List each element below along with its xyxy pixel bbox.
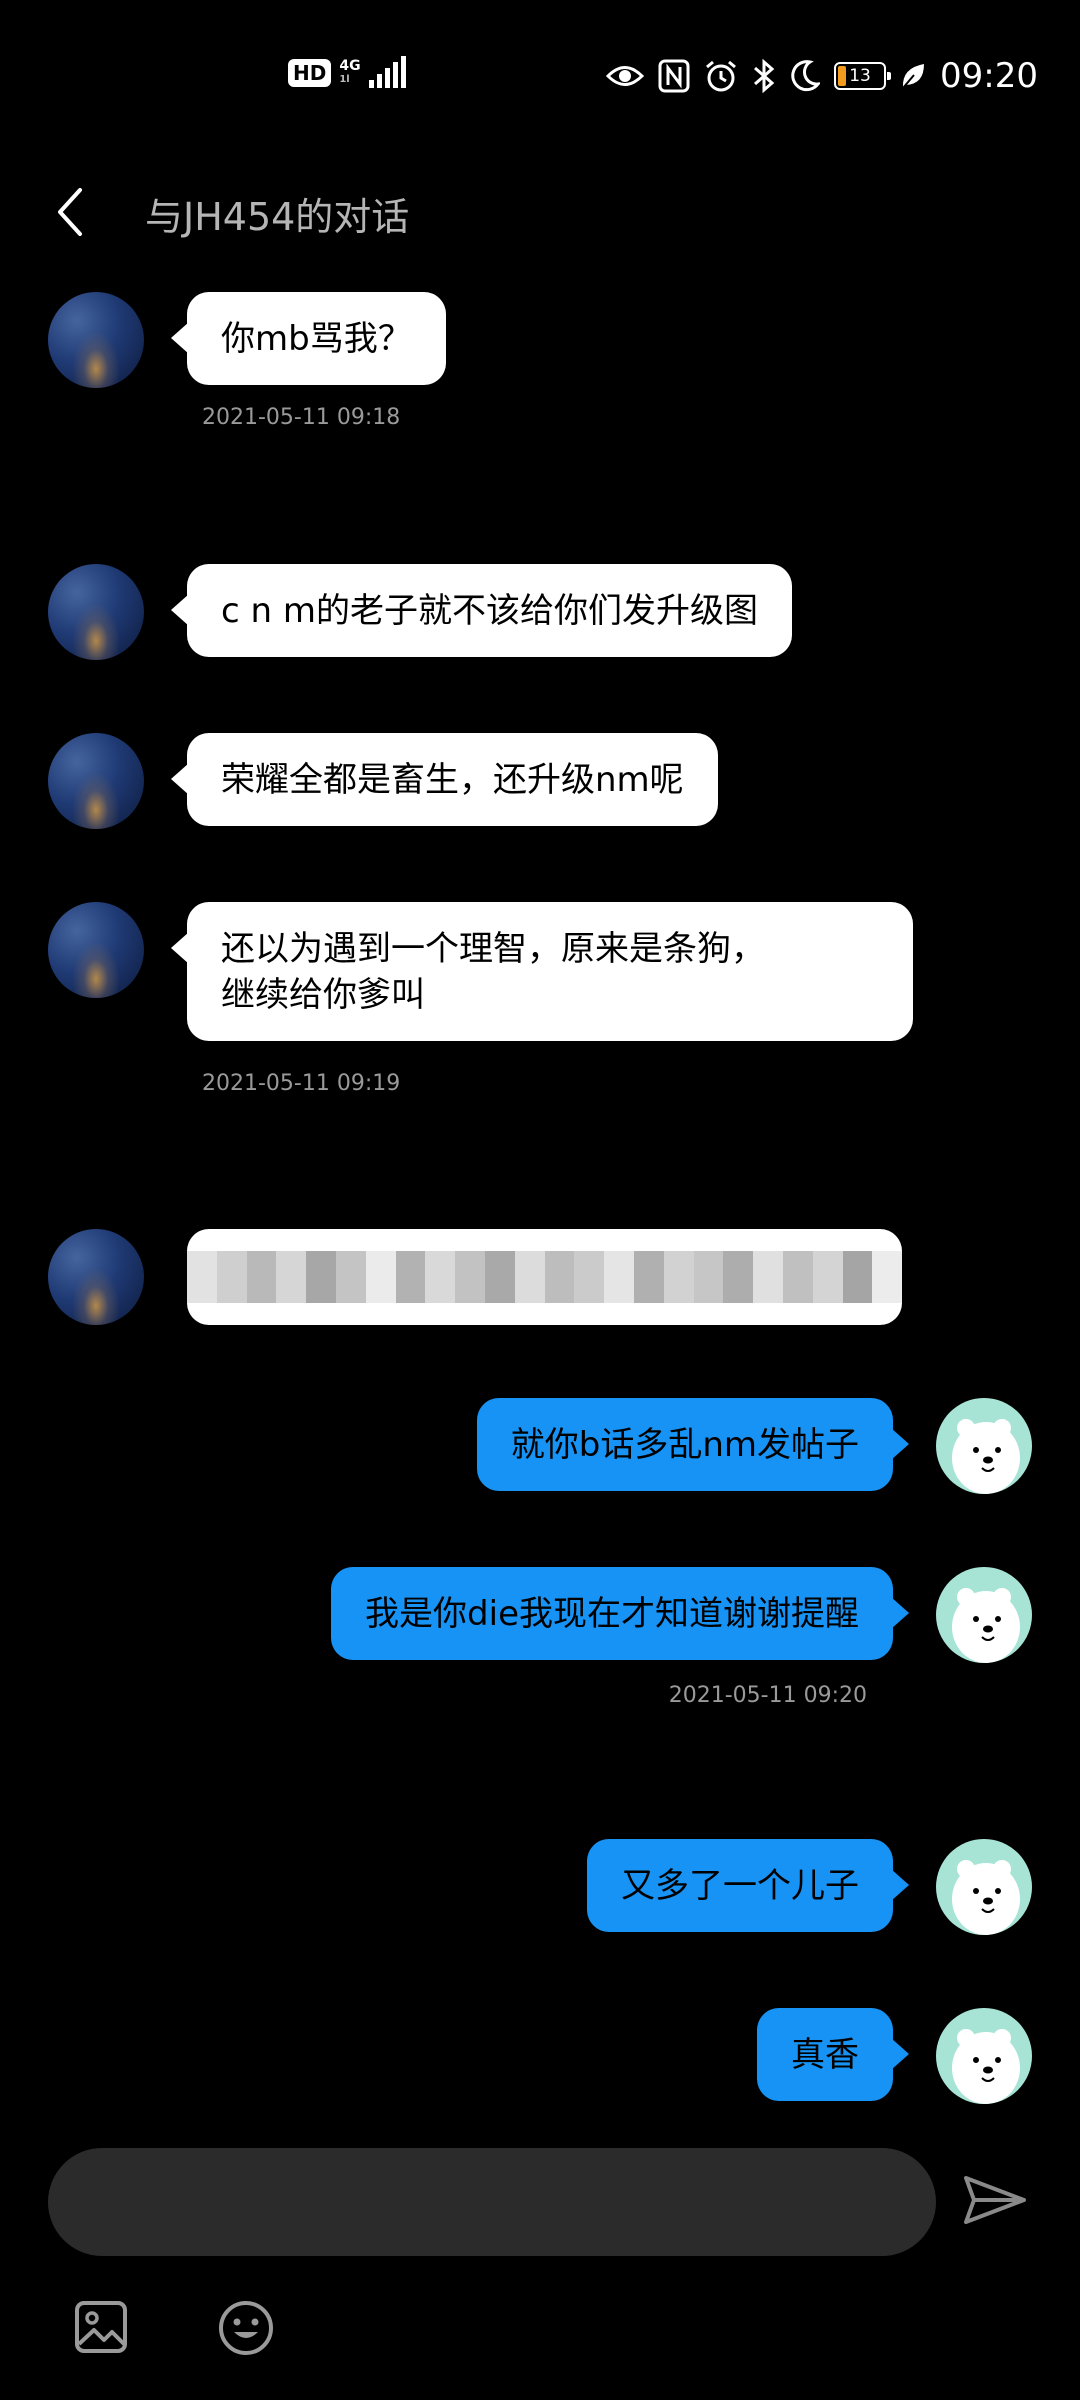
- bear-avatar-icon: [952, 2029, 1020, 2104]
- message-bubble[interactable]: 又多了一个儿子: [587, 1839, 909, 1932]
- eye-icon: [606, 63, 645, 89]
- network-label: 4G: [339, 58, 361, 74]
- message-bubble[interactable]: c n m的老子就不该给你们发升级图: [171, 564, 792, 657]
- leaf-icon: [900, 62, 926, 90]
- user-avatar[interactable]: [936, 2008, 1032, 2104]
- message-bubble[interactable]: 我是你die我现在才知道谢谢提醒: [331, 1567, 909, 1660]
- status-bar: HD 4G 1l 13 09:20: [0, 0, 1080, 160]
- contact-avatar[interactable]: [48, 1229, 144, 1325]
- bear-avatar-icon: [952, 1588, 1020, 1663]
- message-bubble[interactable]: 你mb骂我？: [171, 292, 446, 385]
- network-sub-label: 1l: [339, 74, 350, 85]
- message-bubble[interactable]: 还以为遇到一个理智，原来是条狗， 继续给你爹叫: [171, 902, 913, 1041]
- nfc-icon: [658, 59, 690, 93]
- bear-avatar-icon: [952, 1419, 1020, 1494]
- status-left: HD 4G 1l: [288, 56, 406, 88]
- hd-icon: HD: [288, 59, 332, 87]
- contact-avatar[interactable]: [48, 902, 144, 998]
- status-right: 13 09:20: [606, 56, 1038, 96]
- page-title: 与JH454的对话: [145, 195, 410, 239]
- send-button[interactable]: [962, 2172, 1028, 2228]
- message-bubble[interactable]: 就你b话多乱nm发帖子: [476, 1398, 910, 1491]
- message-timestamp: 2021-05-11 09:18: [202, 405, 401, 430]
- chevron-left-icon: [58, 188, 82, 236]
- message-line: 继续给你爹叫: [221, 975, 425, 1015]
- send-icon: [964, 2176, 1026, 2224]
- message-line: 还以为遇到一个理智，原来是条狗，: [221, 929, 765, 969]
- image-button[interactable]: [74, 2300, 128, 2354]
- battery-icon: 13: [834, 62, 892, 90]
- moon-icon: [790, 60, 821, 92]
- signal-icon: [368, 56, 406, 88]
- message-timestamp: 2021-05-11 09:19: [202, 1071, 401, 1096]
- battery-level: 13: [849, 66, 871, 86]
- image-icon: [75, 2301, 127, 2353]
- status-time: 09:20: [940, 56, 1038, 96]
- pixelation-mosaic: [187, 1251, 902, 1303]
- contact-avatar[interactable]: [48, 292, 144, 388]
- censored-message-bubble[interactable]: [187, 1229, 902, 1325]
- back-button[interactable]: [50, 184, 100, 240]
- conversation-header: 与JH454的对话: [0, 160, 1080, 260]
- bear-avatar-icon: [952, 1860, 1020, 1935]
- message-timestamp: 2021-05-11 09:20: [668, 1683, 867, 1708]
- emoji-button[interactable]: [218, 2300, 274, 2356]
- user-avatar[interactable]: [936, 1398, 1032, 1494]
- user-avatar[interactable]: [936, 1839, 1032, 1935]
- message-bubble[interactable]: 荣耀全都是畜生，还升级nm呢: [171, 733, 718, 826]
- contact-avatar[interactable]: [48, 564, 144, 660]
- message-bubble[interactable]: 真香: [757, 2008, 909, 2101]
- network-type: 4G 1l: [339, 59, 360, 87]
- bluetooth-icon: [752, 59, 776, 93]
- user-avatar[interactable]: [936, 1567, 1032, 1663]
- alarm-icon: [704, 59, 738, 93]
- contact-avatar[interactable]: [48, 733, 144, 829]
- emoji-icon: [219, 2301, 273, 2355]
- message-input[interactable]: [48, 2148, 936, 2256]
